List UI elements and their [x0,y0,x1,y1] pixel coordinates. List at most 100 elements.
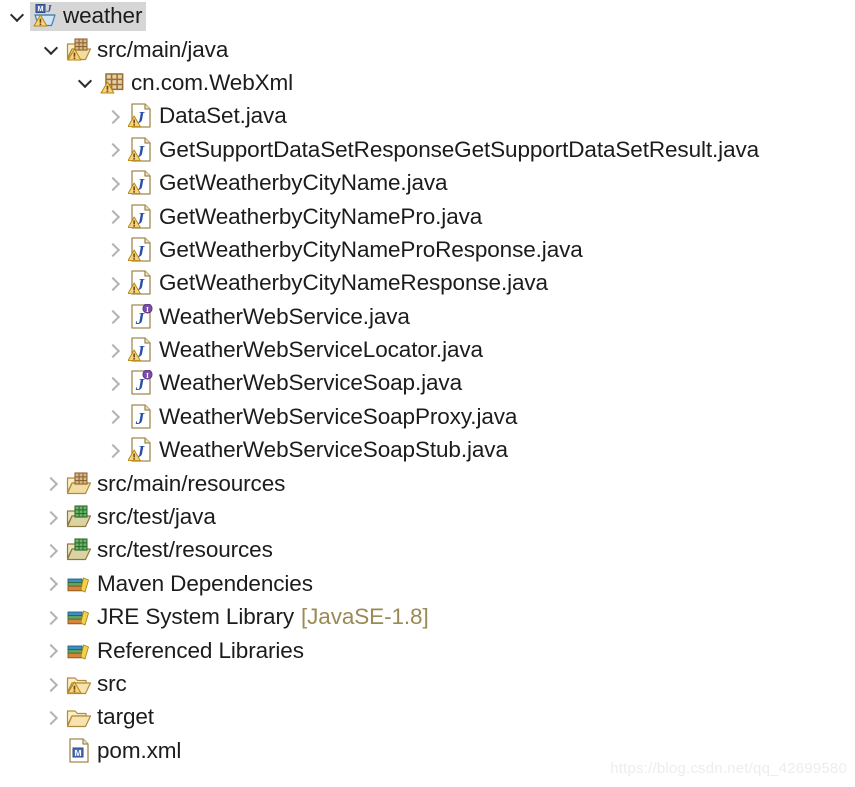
library-icon [66,571,92,597]
tree-row-label: GetWeatherbyCityName.java [159,170,448,196]
tree-row[interactable]: target [0,701,855,734]
tree-row[interactable]: J GetWeatherbyCityNameProResponse.java [0,234,855,267]
tree-row[interactable]: J WeatherWebServiceLocator.java [0,334,855,367]
chevron-right-icon[interactable] [42,707,64,729]
tree-row-content[interactable]: J DataSet.java [126,102,291,131]
tree-row-label: src/main/resources [97,470,286,496]
svg-text:J: J [46,4,53,15]
tree-row-label: WeatherWebService.java [159,303,410,329]
svg-text:M: M [38,6,44,13]
tree-row-content[interactable]: Referenced Libraries [64,637,308,666]
tree-row-content[interactable]: J GetWeatherbyCityNamePro.java [126,203,486,232]
tree-row-content[interactable]: JRE System Library [JavaSE-1.8] [64,603,433,632]
tree-row-content[interactable]: target [64,703,158,732]
chevron-right-icon[interactable] [42,473,64,495]
tree-row-content[interactable]: cn.com.WebXml [98,69,297,98]
java-class-warning-icon: J [128,137,154,163]
tree-row[interactable]: JRE System Library [JavaSE-1.8] [0,601,855,634]
tree-row[interactable]: J I WeatherWebServiceSoap.java [0,367,855,400]
chevron-right-icon[interactable] [42,540,64,562]
chevron-down-icon[interactable] [42,39,64,61]
tree-row[interactable]: Referenced Libraries [0,634,855,667]
tree-row-label-suffix: [JavaSE-1.8] [301,604,429,630]
source-folder-warning-icon [66,37,92,63]
library-icon [66,604,92,630]
tree-row-content[interactable]: J WeatherWebServiceSoapStub.java [126,436,512,465]
chevron-right-icon[interactable] [104,306,126,328]
folder-icon [66,704,92,730]
chevron-right-icon[interactable] [104,373,126,395]
tree-row[interactable]: src/test/resources [0,534,855,567]
chevron-right-icon[interactable] [104,340,126,362]
chevron-right-icon[interactable] [104,273,126,295]
tree-row[interactable]: M Jweather [0,0,855,33]
package-explorer-tree[interactable]: M Jweather src/main/java cn.com.WebXml J Data… [0,0,855,787]
chevron-right-icon[interactable] [42,507,64,529]
tree-row[interactable]: J DataSet.java [0,100,855,133]
chevron-right-icon[interactable] [42,674,64,696]
tree-row-content[interactable]: J GetWeatherbyCityNameResponse.java [126,269,552,298]
tree-row-label: src/main/java [97,36,229,62]
tree-row-content[interactable]: J GetSupportDataSetResponseGetSupportData… [126,136,763,165]
tree-row-content[interactable]: Maven Dependencies [64,570,317,599]
folder-warning-icon [66,671,92,697]
tree-row-content[interactable]: src/main/java [64,36,232,65]
tree-row[interactable]: src/main/resources [0,467,855,500]
tree-row-content[interactable]: J GetWeatherbyCityNameProResponse.java [126,236,587,265]
chevron-right-icon[interactable] [104,139,126,161]
tree-row-content[interactable]: src/test/java [64,503,220,532]
tree-row-label: Maven Dependencies [97,570,313,596]
tree-row-label: cn.com.WebXml [131,69,294,95]
svg-text:J: J [135,309,145,328]
tree-row-label: GetWeatherbyCityNamePro.java [159,203,483,229]
chevron-right-icon[interactable] [42,640,64,662]
chevron-down-icon[interactable] [8,6,30,28]
tree-row[interactable]: src/test/java [0,501,855,534]
tree-row[interactable]: src [0,668,855,701]
tree-row-content[interactable]: src/main/resources [64,470,289,499]
chevron-right-icon[interactable] [104,406,126,428]
java-class-warning-icon: J [128,437,154,463]
tree-row[interactable]: src/main/java [0,33,855,66]
chevron-right-icon[interactable] [104,173,126,195]
tree-row-label: WeatherWebServiceLocator.java [159,337,483,363]
package-warning-icon [100,70,126,96]
tree-row-content[interactable]: J I WeatherWebService.java [126,303,414,332]
tree-row[interactable]: J WeatherWebServiceSoapStub.java [0,434,855,467]
chevron-right-icon[interactable] [42,607,64,629]
tree-row[interactable]: J GetSupportDataSetResponseGetSupportData… [0,134,855,167]
tree-row-content[interactable]: J I WeatherWebServiceSoap.java [126,369,466,398]
java-class-warning-icon: J [128,203,154,230]
tree-row[interactable]: J GetWeatherbyCityNamePro.java [0,200,855,233]
tree-row-content[interactable]: Mpom.xml [64,737,185,766]
tree-row-content[interactable]: src/test/resources [64,536,277,565]
tree-row[interactable]: J WeatherWebServiceSoapProxy.java [0,401,855,434]
tree-row-label: src/test/java [97,504,216,530]
tree-row-content[interactable]: J WeatherWebServiceLocator.java [126,336,487,365]
watermark-text: https://blog.csdn.net/qq_42699580 [610,760,847,777]
tree-row[interactable]: J I WeatherWebService.java [0,301,855,334]
tree-row-content[interactable]: M Jweather [30,2,147,32]
chevron-right-icon[interactable] [104,239,126,261]
tree-row-content[interactable]: src [64,670,131,699]
tree-row[interactable]: J GetWeatherbyCityNameResponse.java [0,267,855,300]
twisty-placeholder [42,740,64,762]
chevron-right-icon[interactable] [104,440,126,462]
chevron-right-icon[interactable] [42,573,64,595]
tree-row[interactable]: cn.com.WebXml [0,67,855,100]
tree-row-label: GetWeatherbyCityNameResponse.java [159,270,548,296]
chevron-right-icon[interactable] [104,206,126,228]
source-folder-resources-icon [66,471,92,497]
java-class-warning-icon: J [128,237,154,263]
tree-row-label: target [97,704,154,730]
tree-row-content[interactable]: J GetWeatherbyCityName.java [126,169,451,198]
chevron-down-icon[interactable] [76,72,98,94]
tree-row-label: DataSet.java [159,103,287,129]
chevron-right-icon[interactable] [104,106,126,128]
tree-row[interactable]: J GetWeatherbyCityName.java [0,167,855,200]
tree-row[interactable]: Maven Dependencies [0,568,855,601]
java-class-warning-icon: J [128,170,154,196]
tree-row-content[interactable]: J WeatherWebServiceSoapProxy.java [126,403,521,432]
maven-java-project-warning-icon: MJ [32,3,58,29]
tree-row-label: src [97,671,127,696]
